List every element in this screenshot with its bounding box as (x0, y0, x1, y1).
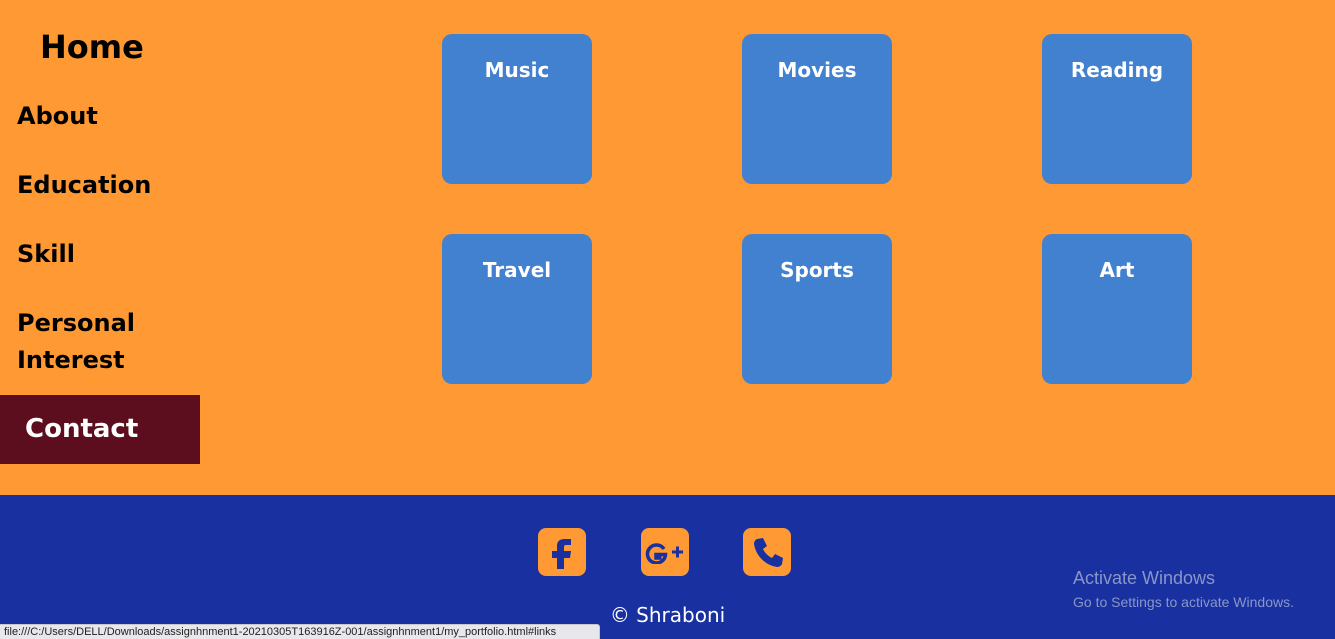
activate-windows-subtitle: Go to Settings to activate Windows. (1073, 594, 1294, 610)
card-art[interactable]: Art (1042, 234, 1192, 384)
card-sports[interactable]: Sports (742, 234, 892, 384)
status-bar-url: file:///C:/Users/DELL/Downloads/assignhn… (0, 624, 600, 639)
card-travel[interactable]: Travel (442, 234, 592, 384)
facebook-icon[interactable] (538, 528, 586, 576)
sidebar-nav: Home About Education Skill Personal Inte… (0, 0, 200, 495)
nav-education-link[interactable]: Education (17, 167, 197, 204)
nav-interest-label: Interest (17, 346, 125, 374)
facebook-glyph (552, 539, 571, 569)
footer: © Shraboni Activate Windows Go to Settin… (0, 495, 1335, 639)
nav-personal-label: Personal (17, 309, 135, 337)
google-plus-glyph (645, 543, 683, 564)
activate-windows-title: Activate Windows (1073, 568, 1216, 588)
main-section: Home About Education Skill Personal Inte… (0, 0, 1335, 495)
nav-contact-link[interactable]: Contact (0, 395, 200, 464)
card-movies[interactable]: Movies (742, 34, 892, 184)
phone-glyph (754, 538, 783, 567)
nav-skill-link[interactable]: Skill (17, 236, 197, 273)
card-music[interactable]: Music (442, 34, 592, 184)
nav-personal-interest-link[interactable]: Personal Interest (17, 305, 197, 379)
phone-icon[interactable] (743, 528, 791, 576)
card-reading[interactable]: Reading (1042, 34, 1192, 184)
google-plus-icon[interactable] (641, 528, 689, 576)
nav-about-link[interactable]: About (17, 98, 197, 135)
nav-home-link[interactable]: Home (40, 28, 144, 66)
